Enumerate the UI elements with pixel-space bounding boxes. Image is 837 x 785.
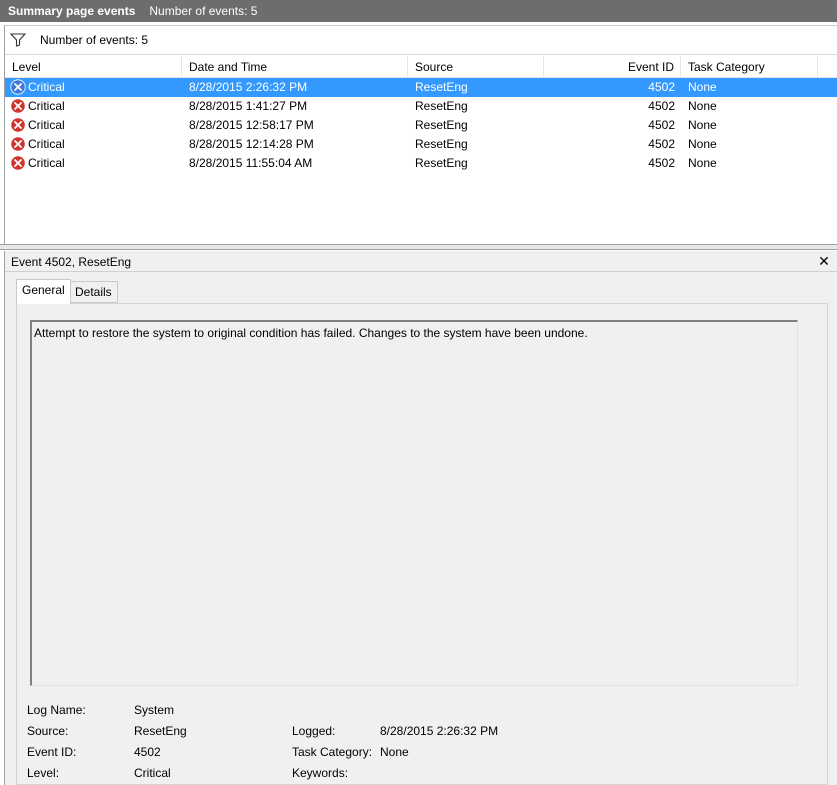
event-id-label: Event ID: bbox=[27, 745, 77, 759]
log-name-label: Log Name: bbox=[27, 703, 86, 717]
events-panel: Number of events: 5 Level Date and Time … bbox=[4, 25, 837, 244]
filter-count-text: Number of events: 5 bbox=[40, 33, 149, 47]
filter-icon[interactable] bbox=[10, 33, 26, 47]
cell-source: ResetEng bbox=[415, 80, 468, 94]
column-header-task-category[interactable]: Task Category bbox=[681, 56, 818, 78]
table-row[interactable]: Critical 8/28/2015 2:26:32 PM ResetEng 4502… bbox=[5, 78, 837, 97]
critical-error-icon bbox=[10, 98, 26, 114]
cell-level: Critical bbox=[5, 116, 182, 135]
column-header-datetime[interactable]: Date and Time bbox=[182, 56, 408, 78]
title-bar: Summary page events Number of events: 5 bbox=[0, 0, 837, 22]
log-name-value: System bbox=[134, 703, 175, 717]
column-header-event-id[interactable]: Event ID bbox=[544, 56, 681, 78]
cell-level: Critical bbox=[5, 135, 182, 154]
logged-value: 8/28/2015 2:26:32 PM bbox=[380, 724, 499, 738]
cell-task-category: None bbox=[688, 80, 717, 94]
table-row[interactable]: Critical 8/28/2015 11:55:04 AM ResetEng 450… bbox=[5, 154, 837, 173]
cell-datetime: 8/28/2015 12:14:28 PM bbox=[189, 137, 314, 151]
window-title: Summary page events bbox=[8, 4, 136, 18]
detail-header: Event 4502, ResetEng ✕ bbox=[5, 251, 837, 272]
level-label: Level: bbox=[27, 766, 60, 780]
cell-source: ResetEng bbox=[415, 137, 468, 151]
close-button[interactable]: ✕ bbox=[816, 253, 832, 269]
column-header-level[interactable]: Level bbox=[5, 56, 182, 78]
source-value: ResetEng bbox=[134, 724, 187, 738]
critical-error-icon bbox=[10, 155, 26, 171]
cell-datetime: 8/28/2015 12:58:17 PM bbox=[189, 118, 314, 132]
cell-event-id: 4502 bbox=[648, 118, 675, 132]
column-header-source[interactable]: Source bbox=[408, 56, 544, 78]
cell-datetime: 8/28/2015 1:41:27 PM bbox=[189, 99, 308, 113]
table-row[interactable]: Critical 8/28/2015 12:58:17 PM ResetEng 450… bbox=[5, 116, 837, 135]
critical-error-icon bbox=[10, 117, 26, 133]
cell-datetime: 8/28/2015 2:26:32 PM bbox=[189, 80, 308, 94]
cell-task-category: None bbox=[688, 99, 717, 113]
panel-splitter[interactable] bbox=[0, 244, 837, 250]
task-category-label: Task Category: bbox=[292, 745, 373, 759]
event-id-value: 4502 bbox=[134, 745, 161, 759]
filter-bar: Number of events: 5 bbox=[5, 26, 837, 55]
keywords-label: Keywords: bbox=[292, 766, 349, 780]
level-text: Critical bbox=[28, 99, 65, 113]
grid-header: Level Date and Time Source Event ID Task… bbox=[5, 56, 837, 78]
cell-event-id: 4502 bbox=[648, 80, 675, 94]
cell-task-category: None bbox=[688, 118, 717, 132]
level-text: Critical bbox=[28, 137, 65, 151]
cell-task-category: None bbox=[688, 137, 717, 151]
cell-source: ResetEng bbox=[415, 118, 468, 132]
events-grid: Level Date and Time Source Event ID Task… bbox=[5, 56, 837, 173]
logged-label: Logged: bbox=[292, 724, 336, 738]
level-value: Critical bbox=[134, 766, 171, 780]
level-text: Critical bbox=[28, 156, 65, 170]
event-message-box[interactable]: Attempt to restore the system to origina… bbox=[30, 320, 798, 686]
tab-general[interactable]: General bbox=[16, 279, 71, 304]
critical-error-icon bbox=[10, 136, 26, 152]
title-event-count: Number of events: 5 bbox=[149, 4, 258, 18]
level-text: Critical bbox=[28, 80, 65, 94]
critical-error-icon bbox=[10, 79, 26, 95]
cell-event-id: 4502 bbox=[648, 99, 675, 113]
detail-title: Event 4502, ResetEng bbox=[11, 255, 132, 269]
source-label: Source: bbox=[27, 724, 69, 738]
cell-event-id: 4502 bbox=[648, 137, 675, 151]
cell-source: ResetEng bbox=[415, 156, 468, 170]
cell-event-id: 4502 bbox=[648, 156, 675, 170]
cell-source: ResetEng bbox=[415, 99, 468, 113]
task-category-value: None bbox=[380, 745, 409, 759]
cell-level: Critical bbox=[5, 97, 182, 116]
cell-datetime: 8/28/2015 11:55:04 AM bbox=[189, 156, 313, 170]
tab-details[interactable]: Details bbox=[69, 281, 118, 303]
cell-level: Critical bbox=[5, 154, 182, 173]
event-detail-panel: Event 4502, ResetEng ✕ General Details A… bbox=[4, 251, 837, 785]
cell-task-category: None bbox=[688, 156, 717, 170]
cell-level: Critical bbox=[5, 78, 182, 97]
level-text: Critical bbox=[28, 118, 65, 132]
general-tab-body: Attempt to restore the system to origina… bbox=[16, 303, 828, 785]
table-row[interactable]: Critical 8/28/2015 1:41:27 PM ResetEng 4502… bbox=[5, 97, 837, 116]
table-row[interactable]: Critical 8/28/2015 12:14:28 PM ResetEng 450… bbox=[5, 135, 837, 154]
grid-rows: Critical 8/28/2015 2:26:32 PM ResetEng 4502… bbox=[5, 78, 837, 173]
